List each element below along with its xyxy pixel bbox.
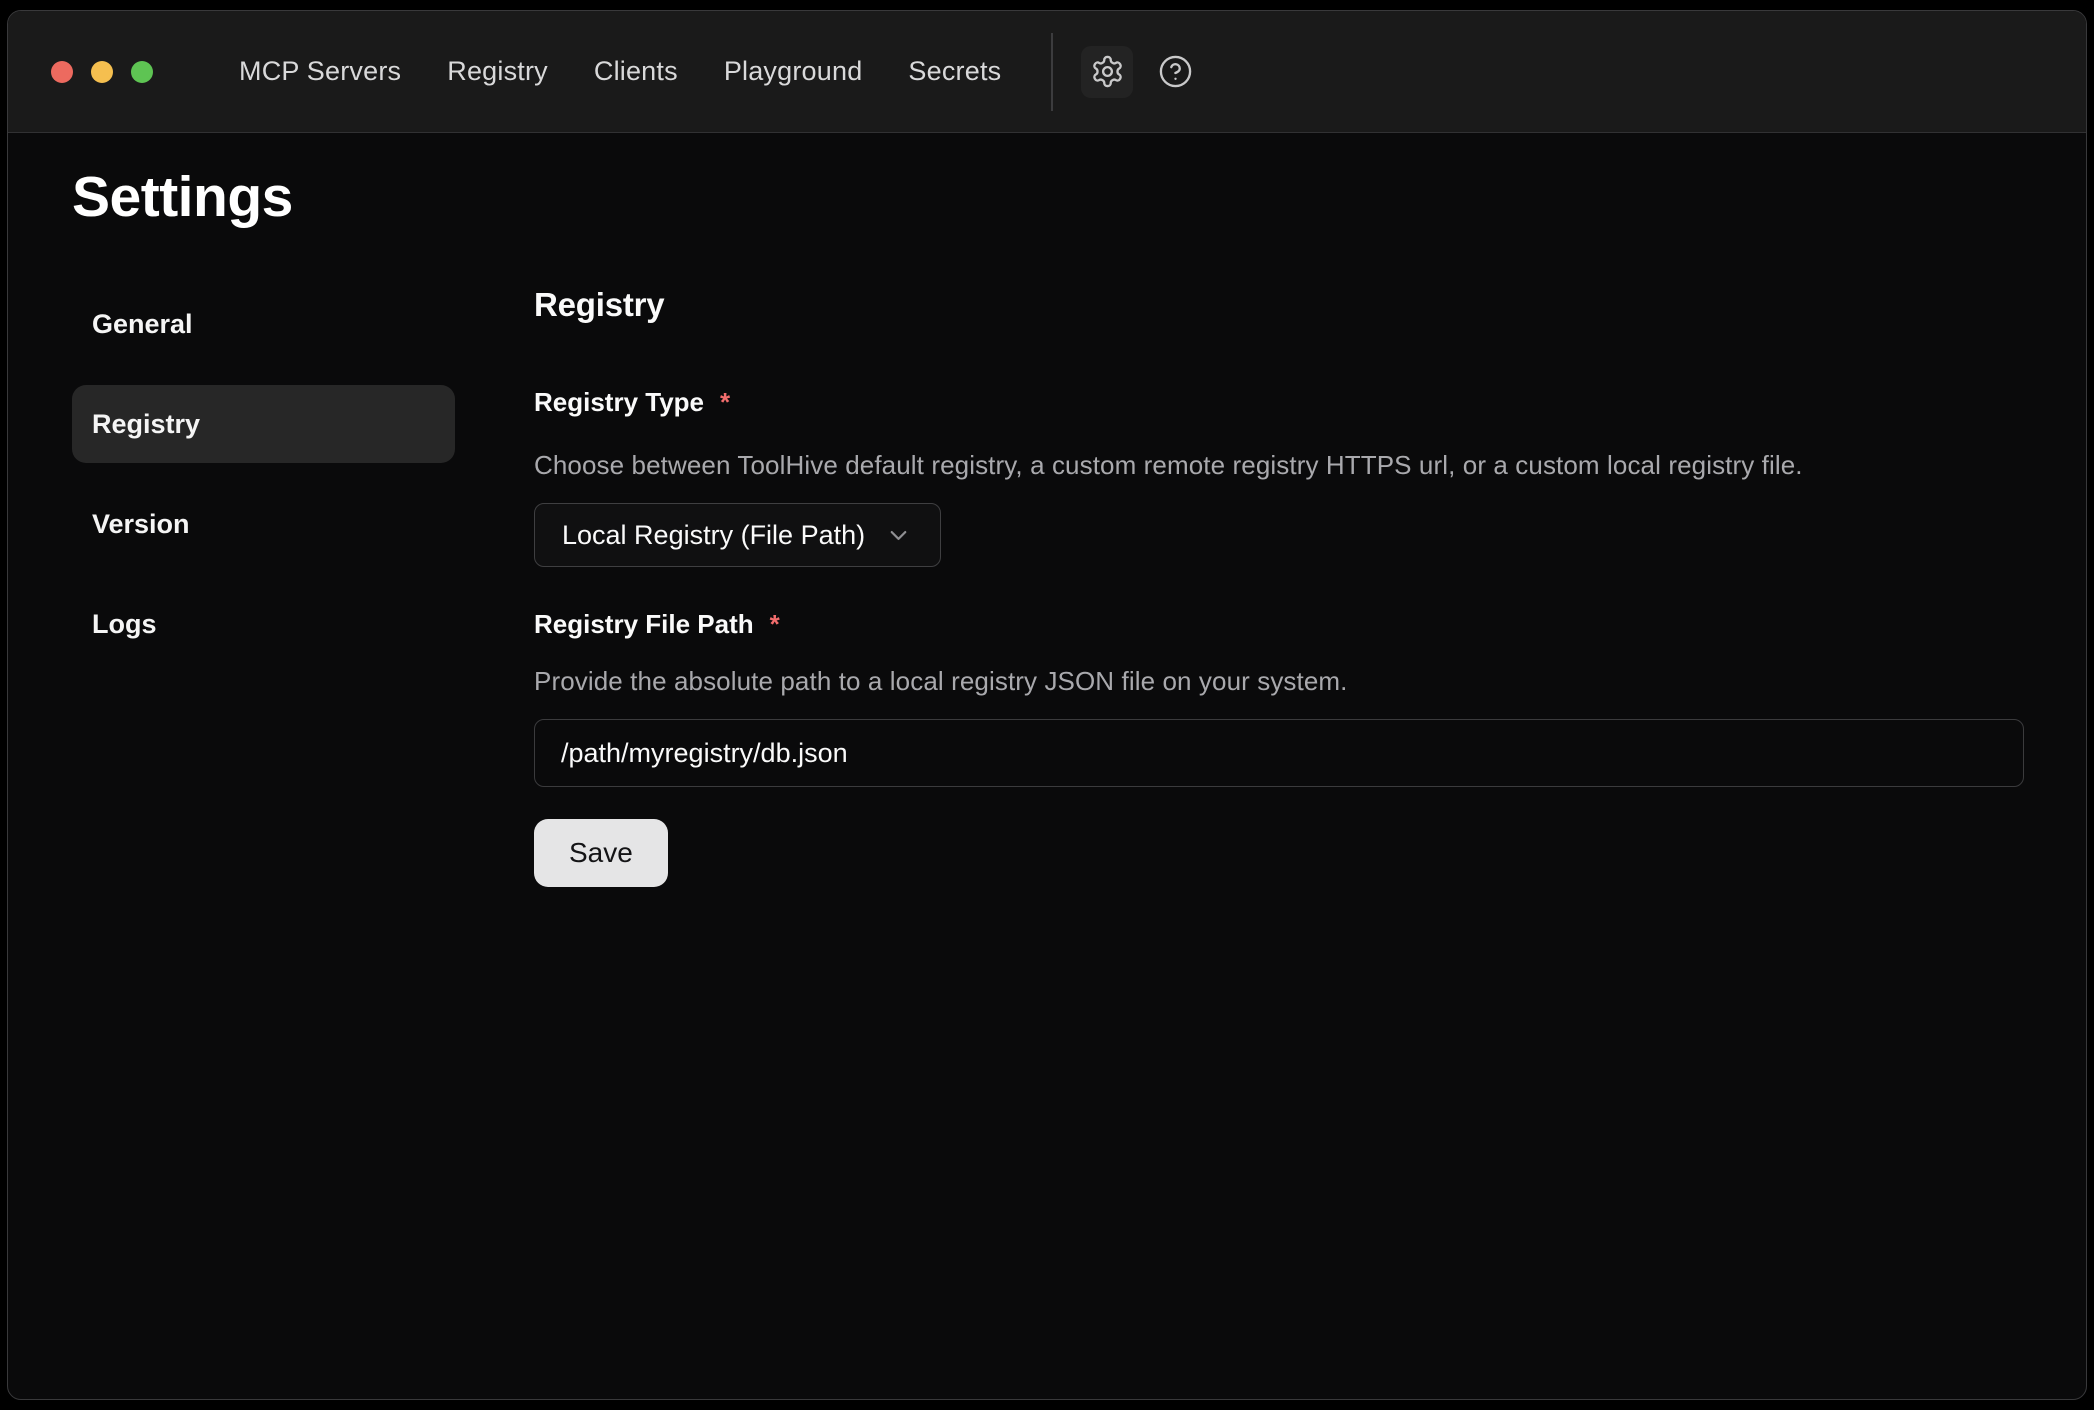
registry-file-path-label: Registry File Path (534, 607, 754, 641)
registry-file-path-input[interactable] (534, 719, 2024, 787)
nav-item-playground[interactable]: Playground (724, 56, 863, 87)
sidebar-item-version[interactable]: Version (72, 485, 455, 563)
page-title: Settings (72, 163, 2024, 231)
registry-type-description: Choose between ToolHive default registry… (534, 447, 2024, 483)
sidebar-item-label: Version (92, 509, 190, 540)
registry-type-label: Registry Type (534, 385, 704, 419)
titlebar-nav: MCP Servers Registry Clients Playground … (239, 56, 1001, 87)
titlebar-divider (1051, 33, 1053, 111)
registry-file-path-description: Provide the absolute path to a local reg… (534, 663, 2024, 699)
save-button[interactable]: Save (534, 819, 668, 887)
traffic-lights (51, 61, 153, 83)
required-marker: * (720, 385, 730, 419)
minimize-button[interactable] (91, 61, 113, 83)
app-window: MCP Servers Registry Clients Playground … (7, 10, 2087, 1400)
sidebar-item-general[interactable]: General (72, 285, 455, 363)
gear-icon (1090, 54, 1125, 89)
sidebar-item-label: Registry (92, 409, 200, 440)
sidebar-item-logs[interactable]: Logs (72, 585, 455, 663)
sidebar-item-registry[interactable]: Registry (72, 385, 455, 463)
registry-type-selected-value: Local Registry (File Path) (562, 520, 865, 551)
nav-item-secrets[interactable]: Secrets (908, 56, 1001, 87)
settings-page: Settings General Registry Version Logs R… (8, 133, 2086, 887)
titlebar: MCP Servers Registry Clients Playground … (8, 11, 2086, 133)
chevron-down-icon (885, 522, 912, 549)
section-heading: Registry (534, 285, 2024, 325)
required-marker: * (770, 607, 780, 641)
zoom-button[interactable] (131, 61, 153, 83)
settings-button[interactable] (1081, 46, 1133, 98)
nav-item-registry[interactable]: Registry (447, 56, 548, 87)
registry-type-select[interactable]: Local Registry (File Path) (534, 503, 941, 567)
sidebar-item-label: Logs (92, 609, 157, 640)
help-button[interactable] (1149, 46, 1201, 98)
nav-item-mcp-servers[interactable]: MCP Servers (239, 56, 401, 87)
sidebar-item-label: General (92, 309, 193, 340)
registry-settings-panel: Registry Registry Type * Choose between … (534, 285, 2024, 887)
close-button[interactable] (51, 61, 73, 83)
nav-item-clients[interactable]: Clients (594, 56, 678, 87)
settings-sidebar: General Registry Version Logs (72, 285, 455, 685)
save-button-label: Save (569, 837, 633, 869)
help-circle-icon (1158, 54, 1193, 89)
